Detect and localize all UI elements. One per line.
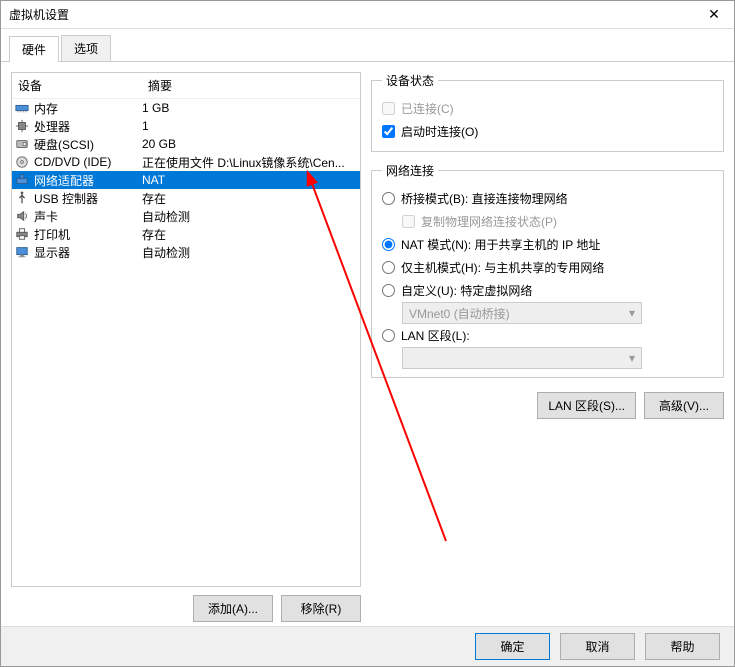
device-summary: 存在 — [142, 190, 360, 207]
connected-label: 已连接(C) — [401, 100, 454, 117]
tab-options[interactable]: 选项 — [61, 35, 111, 61]
sound-icon — [12, 209, 32, 223]
lan-radio[interactable] — [382, 329, 395, 342]
replicate-row: 复制物理网络连接状态(P) — [402, 210, 713, 233]
device-row-hdd[interactable]: 硬盘(SCSI)20 GB — [12, 135, 360, 153]
usb-icon — [12, 191, 32, 205]
right-button-bar: LAN 区段(S)... 高级(V)... — [371, 392, 724, 419]
printer-icon — [12, 227, 32, 241]
bridged-radio[interactable] — [382, 192, 395, 205]
nat-label: NAT 模式(N): 用于共享主机的 IP 地址 — [401, 236, 600, 253]
cancel-button[interactable]: 取消 — [560, 633, 635, 660]
device-name: 处理器 — [32, 118, 142, 135]
right-panel: 设备状态 已连接(C) 启动时连接(O) 网络连接 桥接模式(B): 直接连接物… — [371, 72, 724, 622]
connected-checkbox — [382, 102, 395, 115]
bridged-row[interactable]: 桥接模式(B): 直接连接物理网络 — [382, 187, 713, 210]
connect-on-power-row[interactable]: 启动时连接(O) — [382, 120, 713, 143]
chevron-down-icon: ▾ — [629, 351, 635, 365]
device-name: 硬盘(SCSI) — [32, 136, 142, 153]
device-row-memory[interactable]: 内存1 GB — [12, 99, 360, 117]
tab-bar: 硬件 选项 — [1, 29, 734, 62]
titlebar: 虚拟机设置 ✕ — [1, 1, 734, 29]
device-row-cddvd[interactable]: CD/DVD (IDE)正在使用文件 D:\Linux镜像系统\Cen... — [12, 153, 360, 171]
dialog-footer: 确定 取消 帮助 — [1, 626, 734, 666]
custom-vmnet-dropdown: VMnet0 (自动桥接) ▾ — [402, 302, 642, 324]
device-summary: 自动检测 — [142, 208, 360, 225]
network-icon — [12, 173, 32, 187]
device-row-display[interactable]: 显示器自动检测 — [12, 243, 360, 261]
cpu-icon — [12, 119, 32, 133]
connect-on-power-checkbox[interactable] — [382, 125, 395, 138]
device-name: 显示器 — [32, 244, 142, 261]
left-panel: 设备 摘要 内存1 GB处理器1硬盘(SCSI)20 GBCD/DVD (IDE… — [11, 72, 361, 622]
remove-button[interactable]: 移除(R) — [281, 595, 361, 622]
content-area: 设备 摘要 内存1 GB处理器1硬盘(SCSI)20 GBCD/DVD (IDE… — [1, 62, 734, 632]
hdd-icon — [12, 137, 32, 151]
nat-radio[interactable] — [382, 238, 395, 251]
connected-checkbox-row: 已连接(C) — [382, 97, 713, 120]
device-summary: 自动检测 — [142, 244, 360, 261]
device-name: 声卡 — [32, 208, 142, 225]
device-row-usb[interactable]: USB 控制器存在 — [12, 189, 360, 207]
device-name: CD/DVD (IDE) — [32, 155, 142, 169]
bridged-label: 桥接模式(B): 直接连接物理网络 — [401, 190, 568, 207]
hostonly-radio[interactable] — [382, 261, 395, 274]
device-name: 网络适配器 — [32, 172, 142, 189]
device-row-network[interactable]: 网络适配器NAT — [12, 171, 360, 189]
device-summary: 1 — [142, 119, 360, 133]
device-list: 设备 摘要 内存1 GB处理器1硬盘(SCSI)20 GBCD/DVD (IDE… — [11, 72, 361, 587]
display-icon — [12, 245, 32, 259]
advanced-button[interactable]: 高级(V)... — [644, 392, 724, 419]
device-row-sound[interactable]: 声卡自动检测 — [12, 207, 360, 225]
device-status-legend: 设备状态 — [382, 72, 438, 89]
list-body: 内存1 GB处理器1硬盘(SCSI)20 GBCD/DVD (IDE)正在使用文… — [12, 99, 360, 261]
hostonly-row[interactable]: 仅主机模式(H): 与主机共享的专用网络 — [382, 256, 713, 279]
device-summary: 1 GB — [142, 101, 360, 115]
device-summary: 20 GB — [142, 137, 360, 151]
replicate-checkbox — [402, 215, 415, 228]
lan-label: LAN 区段(L): — [401, 327, 470, 344]
lan-row[interactable]: LAN 区段(L): — [382, 324, 713, 347]
memory-icon — [12, 101, 32, 115]
device-status-group: 设备状态 已连接(C) 启动时连接(O) — [371, 72, 724, 152]
add-button[interactable]: 添加(A)... — [193, 595, 273, 622]
device-name: USB 控制器 — [32, 190, 142, 207]
header-summary[interactable]: 摘要 — [142, 73, 360, 98]
chevron-down-icon: ▾ — [629, 306, 635, 320]
ok-button[interactable]: 确定 — [475, 633, 550, 660]
window-title: 虚拟机设置 — [9, 6, 69, 23]
lan-segments-button[interactable]: LAN 区段(S)... — [537, 392, 636, 419]
device-name: 内存 — [32, 100, 142, 117]
connect-on-power-label: 启动时连接(O) — [401, 123, 478, 140]
vm-settings-window: 虚拟机设置 ✕ 硬件 选项 设备 摘要 内存1 GB处理器1硬盘(SCSI)20… — [0, 0, 735, 667]
disc-icon — [12, 155, 32, 169]
device-row-printer[interactable]: 打印机存在 — [12, 225, 360, 243]
nat-row[interactable]: NAT 模式(N): 用于共享主机的 IP 地址 — [382, 233, 713, 256]
device-row-cpu[interactable]: 处理器1 — [12, 117, 360, 135]
help-button[interactable]: 帮助 — [645, 633, 720, 660]
custom-row[interactable]: 自定义(U): 特定虚拟网络 — [382, 279, 713, 302]
replicate-label: 复制物理网络连接状态(P) — [421, 213, 557, 230]
device-summary: NAT — [142, 173, 360, 187]
header-device[interactable]: 设备 — [12, 73, 142, 98]
network-connection-group: 网络连接 桥接模式(B): 直接连接物理网络 复制物理网络连接状态(P) NAT… — [371, 162, 724, 378]
tab-hardware[interactable]: 硬件 — [9, 36, 59, 62]
custom-radio[interactable] — [382, 284, 395, 297]
custom-label: 自定义(U): 特定虚拟网络 — [401, 282, 532, 299]
hostonly-label: 仅主机模式(H): 与主机共享的专用网络 — [401, 259, 604, 276]
device-name: 打印机 — [32, 226, 142, 243]
left-button-bar: 添加(A)... 移除(R) — [11, 595, 361, 622]
list-header: 设备 摘要 — [12, 73, 360, 99]
custom-vmnet-value: VMnet0 (自动桥接) — [409, 305, 510, 322]
device-summary: 正在使用文件 D:\Linux镜像系统\Cen... — [142, 154, 360, 171]
close-icon[interactable]: ✕ — [702, 6, 726, 23]
network-legend: 网络连接 — [382, 162, 438, 179]
lan-segment-dropdown: ▾ — [402, 347, 642, 369]
device-summary: 存在 — [142, 226, 360, 243]
